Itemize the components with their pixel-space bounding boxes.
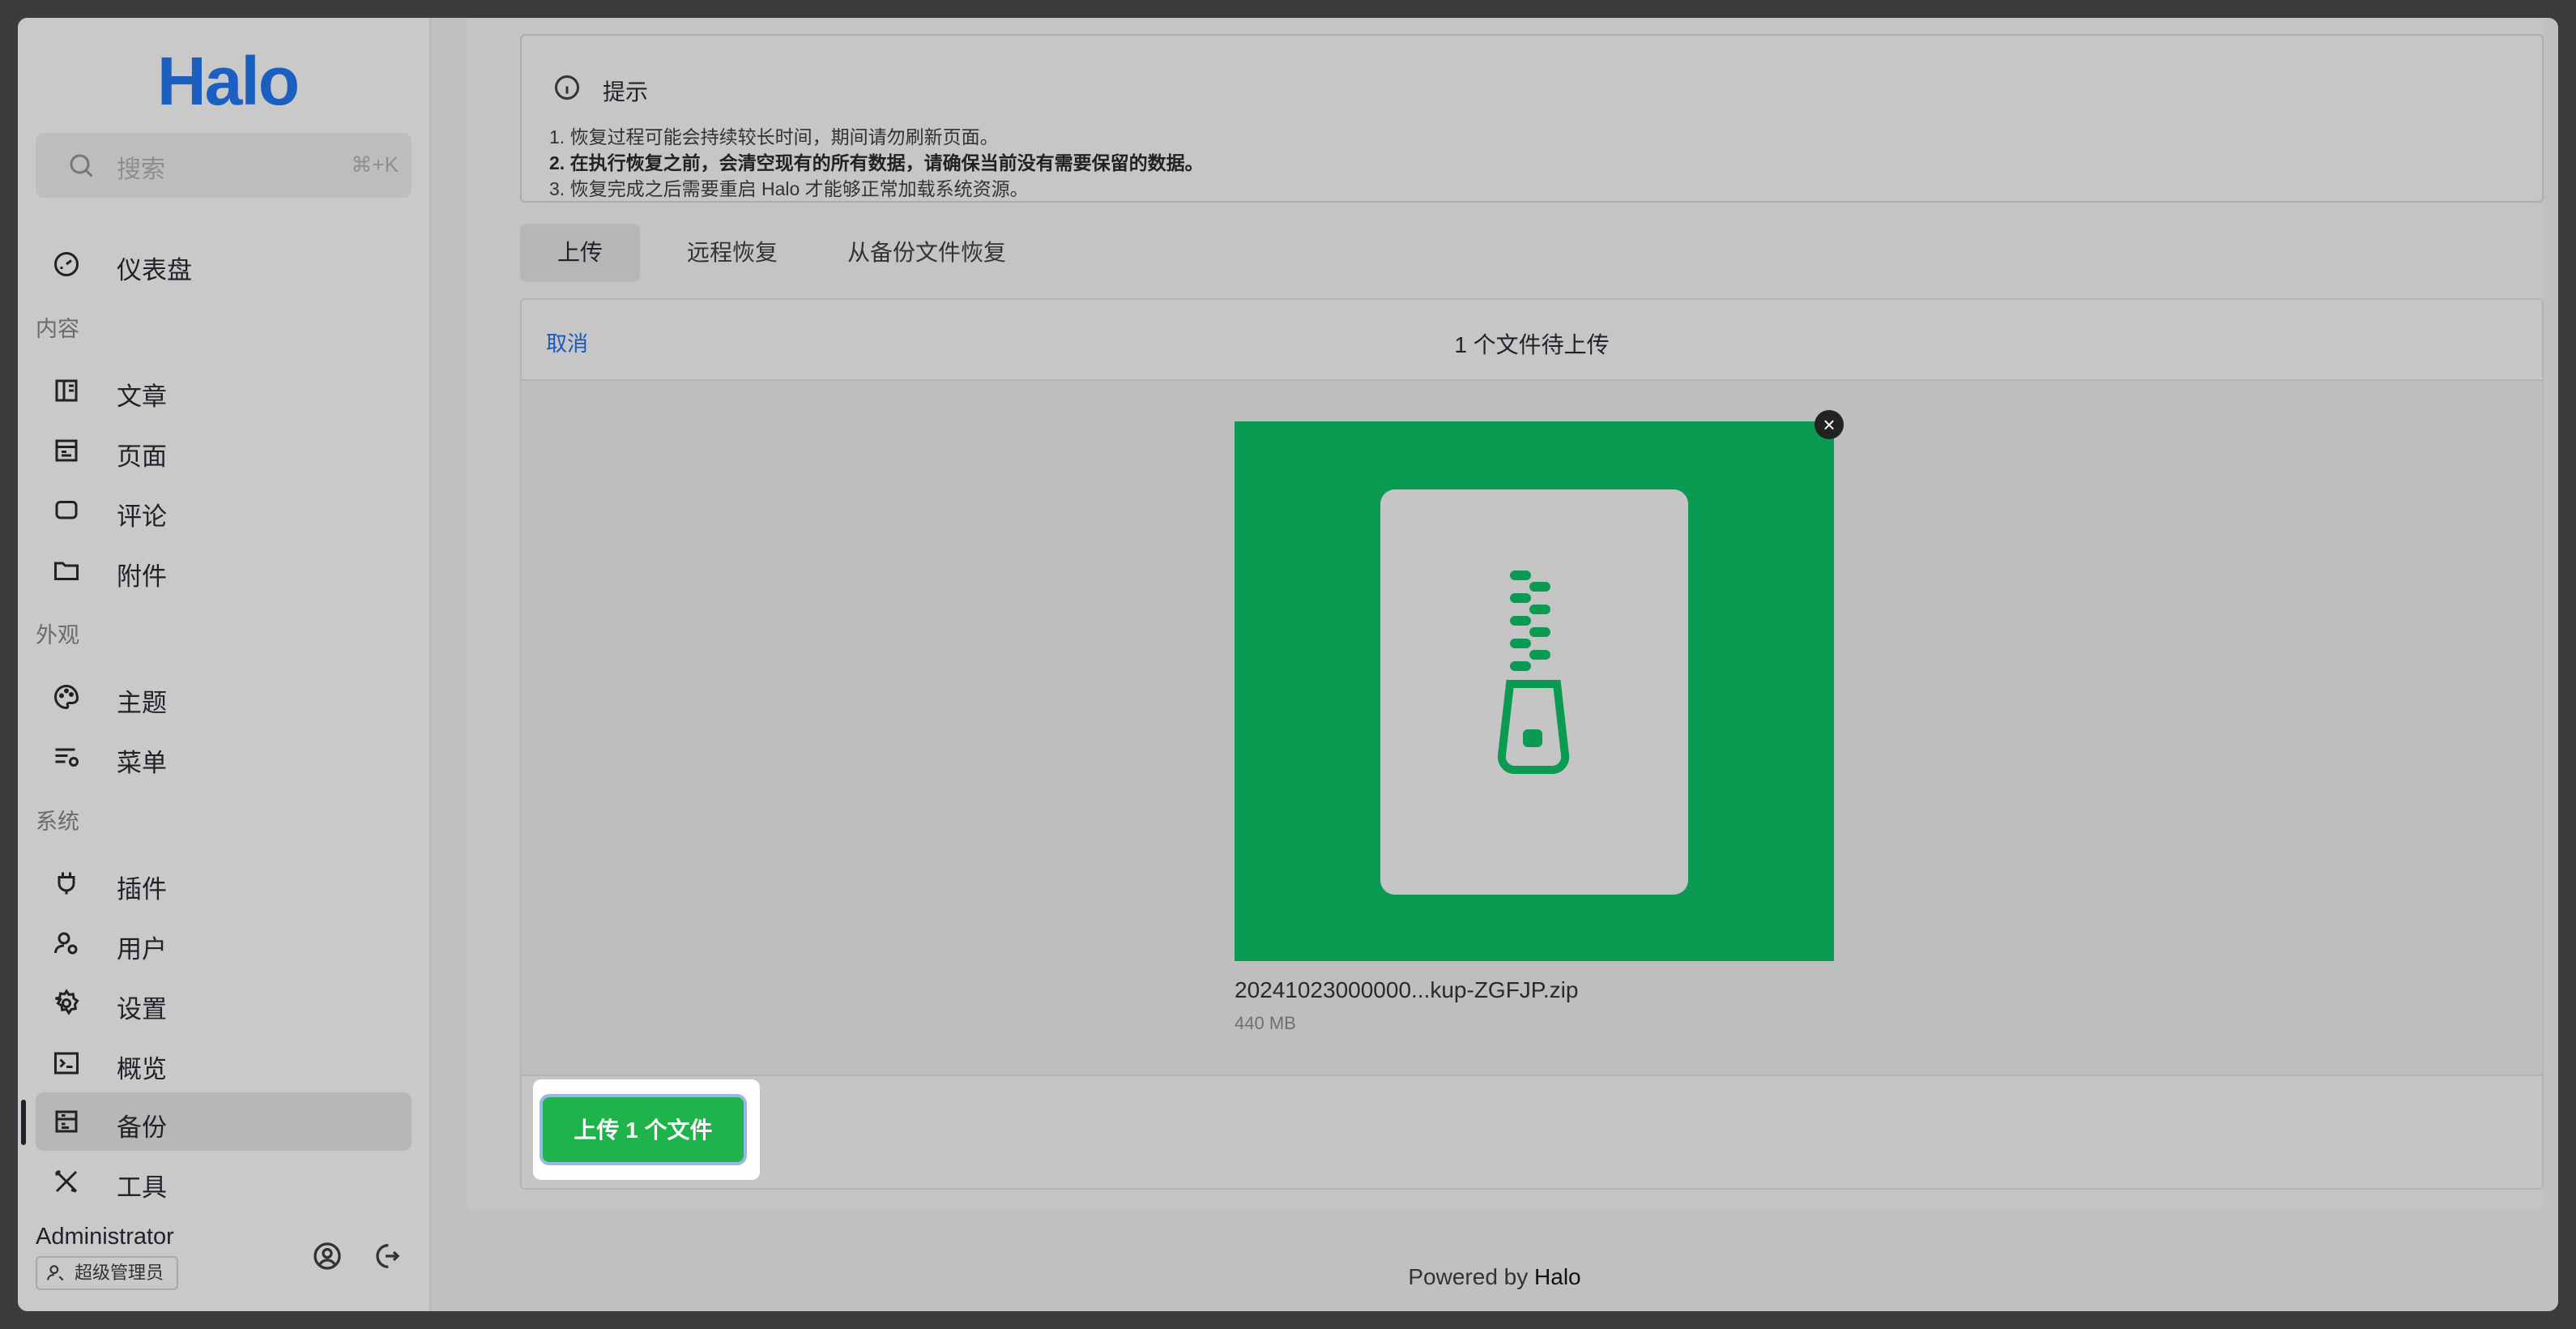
sidebar-item-label: 插件	[117, 875, 167, 904]
sidebar-item-backup[interactable]: 备份	[36, 1092, 412, 1151]
sidebar-item-attachments[interactable]: 附件	[36, 541, 412, 600]
gear-icon	[55, 989, 79, 1015]
logout-icon[interactable]	[369, 1240, 402, 1272]
search-input[interactable]: 搜索 ⌘+K	[36, 133, 412, 198]
page-icon	[55, 439, 78, 462]
sidebar-item-label: 评论	[117, 502, 167, 531]
tools-icon	[55, 1170, 78, 1193]
sidebar-item-label: 工具	[117, 1173, 167, 1202]
group-label-appearance: 外观	[36, 623, 79, 647]
sidebar-item-label: 备份	[117, 1113, 167, 1142]
app-window: Halo 搜索 ⌘+K 仪表盘 内容 文章 页面 评论 附件 外观 主题 菜单 …	[18, 18, 2558, 1311]
alert-title: 提示	[603, 79, 649, 105]
sidebar-item-label: 设置	[117, 995, 167, 1023]
halo-logo[interactable]: Halo	[157, 42, 300, 121]
search-shortcut: ⌘+K	[351, 152, 399, 177]
sidebar-item-overview[interactable]: 概览	[36, 1034, 412, 1092]
palette-icon	[54, 684, 79, 710]
upload-status: 1 个文件待上传	[1454, 332, 1610, 357]
upload-button-highlight: 上传 1 个文件	[533, 1079, 760, 1180]
sidebar-item-label: 附件	[117, 562, 167, 591]
restore-card: 提示 1. 恢复过程可能会持续较长时间，期间请勿刷新页面。 2. 在执行恢复之前…	[467, 18, 2544, 1211]
group-label-system: 系统	[36, 810, 79, 834]
tab-remote-restore[interactable]: 远程恢复	[653, 224, 812, 282]
active-indicator	[21, 1100, 26, 1145]
sidebar-item-users[interactable]: 用户	[36, 914, 412, 972]
alert-line: 2. 在执行恢复之前，会清空现有的所有数据，请确保当前没有需要保留的数据。	[549, 152, 1204, 173]
search-icon	[70, 154, 93, 177]
alert-line: 3. 恢复完成之后需要重启 Halo 才能够正常加载系统资源。	[549, 178, 1029, 199]
sidebar-item-label: 主题	[117, 689, 167, 717]
file-name: 20241023000000...kup-ZGFJP.zip	[1235, 977, 1579, 1002]
sidebar-item-dashboard[interactable]: 仪表盘	[36, 235, 412, 293]
powered-by-prefix: Powered by	[1408, 1264, 1529, 1289]
alert-line: 1. 恢复过程可能会持续较长时间，期间请勿刷新页面。	[549, 126, 999, 147]
sidebar-item-tools[interactable]: 工具	[36, 1152, 412, 1211]
menu-settings-icon	[55, 748, 79, 767]
sidebar-item-plugins[interactable]: 插件	[36, 854, 412, 912]
main-content: 提示 1. 恢复过程可能会持续较长时间，期间请勿刷新页面。 2. 在执行恢复之前…	[431, 18, 2558, 1311]
powered-by-brand[interactable]: Halo	[1534, 1264, 1581, 1289]
sidebar-item-pages[interactable]: 页面	[36, 421, 412, 480]
sidebar-item-themes[interactable]: 主题	[36, 668, 412, 726]
group-label-content: 内容	[36, 317, 79, 341]
tab-upload[interactable]: 上传	[520, 224, 640, 282]
uploader-header: 取消 1 个文件待上传	[522, 300, 2542, 381]
user-name: Administrator	[36, 1224, 174, 1250]
zipper-icon	[1497, 570, 1570, 775]
uploader-footer: 上传 1 个文件	[522, 1075, 2542, 1188]
comment-icon	[55, 501, 78, 519]
sidebar-item-label: 用户	[117, 935, 167, 964]
uploader: 取消 1 个文件待上传 × 20241023000000...kup-ZGFJP…	[520, 298, 2544, 1190]
powered-by: Powered by Halo	[431, 1264, 2558, 1290]
sidebar-item-label: 菜单	[117, 749, 167, 777]
role-label: 超级管理员	[75, 1263, 164, 1283]
sidebar-item-menus[interactable]: 菜单	[36, 728, 412, 786]
file-preview	[1235, 421, 1834, 961]
sidebar-item-settings[interactable]: 设置	[36, 974, 412, 1032]
sidebar-item-posts[interactable]: 文章	[36, 361, 412, 420]
sidebar-item-label: 仪表盘	[117, 256, 192, 284]
plug-icon	[58, 872, 75, 895]
book-icon	[55, 379, 78, 402]
tab-restore-from-backup[interactable]: 从备份文件恢复	[823, 224, 1030, 282]
user-settings-icon	[54, 932, 78, 955]
search-placeholder: 搜索	[117, 156, 165, 183]
gauge-icon	[54, 252, 79, 276]
info-alert: 提示 1. 恢复过程可能会持续较长时间，期间请勿刷新页面。 2. 在执行恢复之前…	[520, 34, 2544, 203]
upload-files-button[interactable]: 上传 1 个文件	[543, 1097, 744, 1162]
sidebar-item-label: 页面	[117, 442, 167, 471]
file-size: 440 MB	[1235, 1013, 1296, 1033]
profile-icon[interactable]	[311, 1240, 343, 1272]
terminal-icon	[54, 1052, 79, 1075]
sidebar-item-comments[interactable]: 评论	[36, 481, 412, 540]
user-role-icon	[47, 1265, 64, 1281]
archive-file-icon	[1380, 489, 1688, 895]
archive-icon	[55, 1110, 78, 1133]
folder-icon	[54, 562, 79, 580]
sidebar-item-label: 文章	[117, 382, 167, 411]
role-badge: 超级管理员	[36, 1256, 179, 1290]
remove-file-button[interactable]: ×	[1815, 410, 1844, 439]
info-icon	[555, 75, 579, 100]
sidebar-item-label: 概览	[117, 1055, 167, 1083]
sidebar: Halo 搜索 ⌘+K 仪表盘 内容 文章 页面 评论 附件 外观 主题 菜单 …	[18, 18, 431, 1311]
file-list: × 20241023000000...kup-ZGFJP.zip 440 MB	[522, 381, 2542, 1075]
